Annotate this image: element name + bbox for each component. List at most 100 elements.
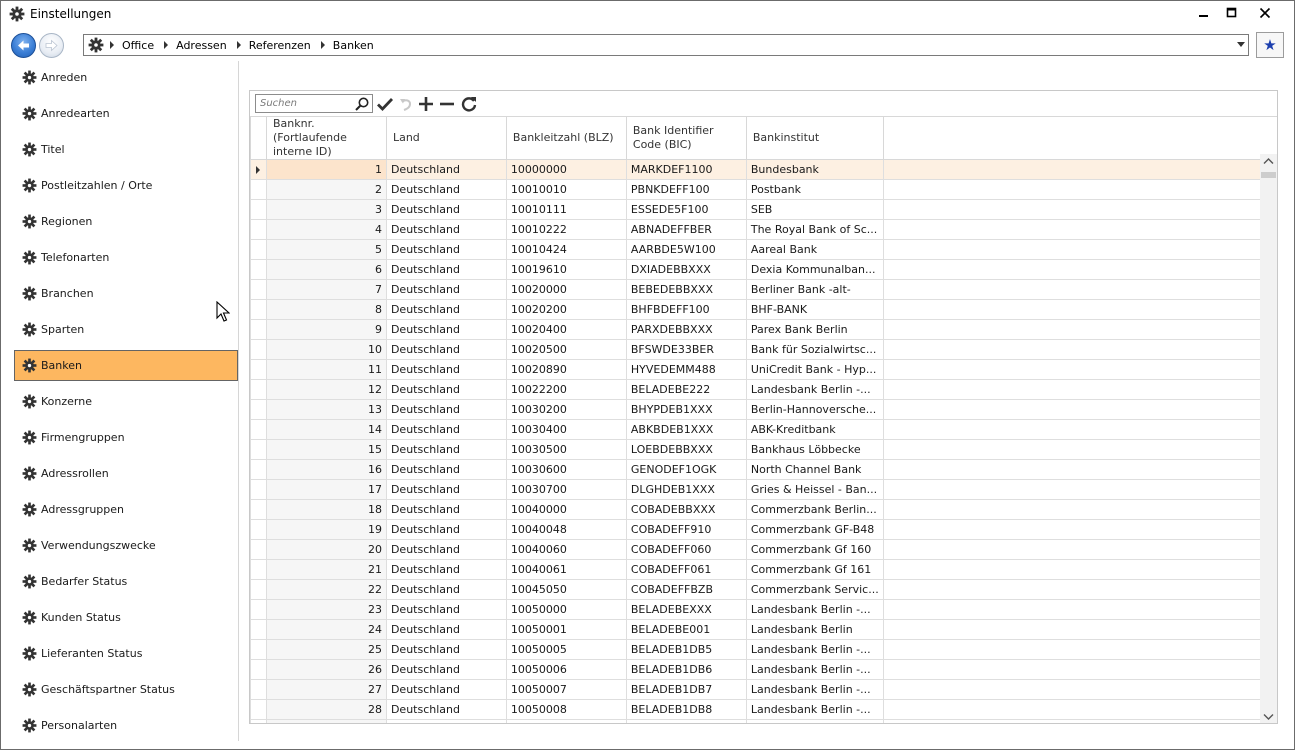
- cell-bankinstitut[interactable]: Parex Bank Berlin: [745, 319, 884, 340]
- cell-blz[interactable]: 10010111: [505, 199, 627, 220]
- row-indicator[interactable]: [250, 179, 267, 200]
- sidebar-item-anredearten[interactable]: Anredearten: [14, 98, 238, 129]
- cell-blz[interactable]: 10020500: [505, 339, 627, 360]
- cell-bankinstitut[interactable]: North Channel Bank: [745, 459, 884, 480]
- cell-bankinstitut[interactable]: Commerzbank Servic...: [745, 579, 884, 600]
- cell-banknr[interactable]: 22: [265, 579, 387, 600]
- cell-blz[interactable]: 10022200: [505, 379, 627, 400]
- cell-bic[interactable]: BELADEBE222: [625, 379, 747, 400]
- cell-land[interactable]: Deutschland: [385, 719, 507, 723]
- cell-land[interactable]: Deutschland: [385, 259, 507, 280]
- cell-bic[interactable]: COBADEFF060: [625, 539, 747, 560]
- cell-bic[interactable]: DXIADEBBXXX: [625, 259, 747, 280]
- sidebar-item-firmengruppen[interactable]: Firmengruppen: [14, 422, 238, 453]
- row-indicator[interactable]: [250, 639, 267, 660]
- sidebar-item-verwendungszwecke[interactable]: Verwendungszwecke: [14, 530, 238, 561]
- breadcrumb-adressen[interactable]: Adressen: [176, 39, 227, 52]
- cell-banknr[interactable]: 5: [265, 239, 387, 260]
- cell-blz[interactable]: 10030700: [505, 479, 627, 500]
- table-row[interactable]: 7 Deutschland 10020000 BEBEDEBBXXX Berliner …: [250, 279, 1277, 300]
- sidebar-item-konzerne[interactable]: Konzerne: [14, 386, 238, 417]
- table-row[interactable]: 4 Deutschland 10010222 ABNADEFFBER The Royal…: [250, 219, 1277, 240]
- sidebar-item-personalarten[interactable]: Personalarten: [14, 710, 238, 741]
- sidebar-item-branchen[interactable]: Branchen: [14, 278, 238, 309]
- row-indicator[interactable]: [250, 459, 267, 480]
- cell-blz[interactable]: 10050007: [505, 679, 627, 700]
- cell-land[interactable]: Deutschland: [385, 699, 507, 720]
- table-row[interactable]: 10 Deutschland 10020500 BFSWDE33BER Bank für…: [250, 339, 1277, 360]
- cell-banknr[interactable]: 10: [265, 339, 387, 360]
- cell-banknr[interactable]: 8: [265, 299, 387, 320]
- cell-land[interactable]: Deutschland: [385, 519, 507, 540]
- table-row[interactable]: 13 Deutschland 10030200 BHYPDEB1XXX Berlin-H…: [250, 399, 1277, 420]
- cell-blz[interactable]: 10045050: [505, 579, 627, 600]
- cell-banknr[interactable]: 6: [265, 259, 387, 280]
- cell-land[interactable]: Deutschland: [385, 599, 507, 620]
- cell-banknr[interactable]: 15: [265, 439, 387, 460]
- cell-bic[interactable]: BELADEB1DB8: [625, 699, 747, 720]
- cell-land[interactable]: Deutschland: [385, 199, 507, 220]
- cell-land[interactable]: Deutschland: [385, 579, 507, 600]
- cell-banknr[interactable]: 29: [265, 719, 387, 723]
- table-row[interactable]: 22 Deutschland 10045050 COBADEFFBZB Commerzb…: [250, 579, 1277, 600]
- cell-blz[interactable]: 10040060: [505, 539, 627, 560]
- chevron-up-icon[interactable]: [1263, 157, 1274, 165]
- cell-bankinstitut[interactable]: Aareal Bank: [745, 239, 884, 260]
- refresh-button[interactable]: [459, 94, 479, 114]
- row-indicator[interactable]: [250, 599, 267, 620]
- cell-bankinstitut[interactable]: SEB: [745, 199, 884, 220]
- cell-land[interactable]: Deutschland: [385, 179, 507, 200]
- table-row[interactable]: 23 Deutschland 10050000 BELADEBEXXX Landesba…: [250, 599, 1277, 620]
- table-row[interactable]: 21 Deutschland 10040061 COBADEFF061 Commerzb…: [250, 559, 1277, 580]
- breadcrumb-referenzen[interactable]: Referenzen: [249, 39, 311, 52]
- table-row[interactable]: 28 Deutschland 10050008 BELADEB1DB8 Landesba…: [250, 699, 1277, 720]
- sidebar-item-anreden[interactable]: Anreden: [14, 62, 238, 93]
- column-header-land[interactable]: Land: [385, 116, 507, 160]
- cell-banknr[interactable]: 3: [265, 199, 387, 220]
- cell-banknr[interactable]: 12: [265, 379, 387, 400]
- cell-bic[interactable]: COBADEFF910: [625, 519, 747, 540]
- cell-bic[interactable]: BELADEB1DB6: [625, 659, 747, 680]
- row-indicator[interactable]: [250, 419, 267, 440]
- save-button[interactable]: [375, 94, 395, 114]
- cell-bankinstitut[interactable]: Landesbank Berlin -...: [745, 679, 884, 700]
- forward-button[interactable]: [39, 33, 64, 58]
- cell-bic[interactable]: BFSWDE33BER: [625, 339, 747, 360]
- scrollbar-thumb[interactable]: [1261, 172, 1276, 178]
- cell-blz[interactable]: 10050005: [505, 639, 627, 660]
- cell-banknr[interactable]: 16: [265, 459, 387, 480]
- cell-bankinstitut[interactable]: Landesbank Berlin -...: [745, 699, 884, 720]
- cell-banknr[interactable]: 27: [265, 679, 387, 700]
- row-indicator[interactable]: [250, 519, 267, 540]
- row-indicator[interactable]: [250, 479, 267, 500]
- row-indicator[interactable]: [250, 659, 267, 680]
- back-button[interactable]: [11, 33, 36, 58]
- cell-bankinstitut[interactable]: Landesbank Berlin -...: [745, 379, 884, 400]
- cell-bankinstitut[interactable]: Berliner Bank -alt-: [745, 279, 884, 300]
- cell-banknr[interactable]: 24: [265, 619, 387, 640]
- sidebar-item-titel[interactable]: Titel: [14, 134, 238, 165]
- cell-land[interactable]: Deutschland: [385, 619, 507, 640]
- cell-banknr[interactable]: 19: [265, 519, 387, 540]
- row-indicator[interactable]: [250, 239, 267, 260]
- row-indicator[interactable]: [250, 399, 267, 420]
- cell-land[interactable]: Deutschland: [385, 319, 507, 340]
- cell-bic[interactable]: PBNKDEFF100: [625, 179, 747, 200]
- cell-land[interactable]: Deutschland: [385, 439, 507, 460]
- cell-blz[interactable]: 10019610: [505, 259, 627, 280]
- cell-bic[interactable]: PARXDEBBXXX: [625, 319, 747, 340]
- cell-blz[interactable]: 10040061: [505, 559, 627, 580]
- cell-bankinstitut[interactable]: Bankhaus Löbbecke: [745, 439, 884, 460]
- column-header-banknr[interactable]: Banknr. (Fortlaufende interne ID): [265, 116, 387, 160]
- cell-banknr[interactable]: 11: [265, 359, 387, 380]
- cell-land[interactable]: Deutschland: [385, 379, 507, 400]
- cell-banknr[interactable]: 28: [265, 699, 387, 720]
- row-indicator[interactable]: [250, 319, 267, 340]
- sidebar-item-telefonarten[interactable]: Telefonarten: [14, 242, 238, 273]
- cell-banknr[interactable]: 13: [265, 399, 387, 420]
- maximize-button[interactable]: [1218, 1, 1246, 25]
- sidebar-item-adressrollen[interactable]: Adressrollen: [14, 458, 238, 489]
- cell-bankinstitut[interactable]: Commerzbank GF-B48: [745, 519, 884, 540]
- cell-blz[interactable]: 10040048: [505, 519, 627, 540]
- cell-bankinstitut[interactable]: Commerzbank Gf 160: [745, 539, 884, 560]
